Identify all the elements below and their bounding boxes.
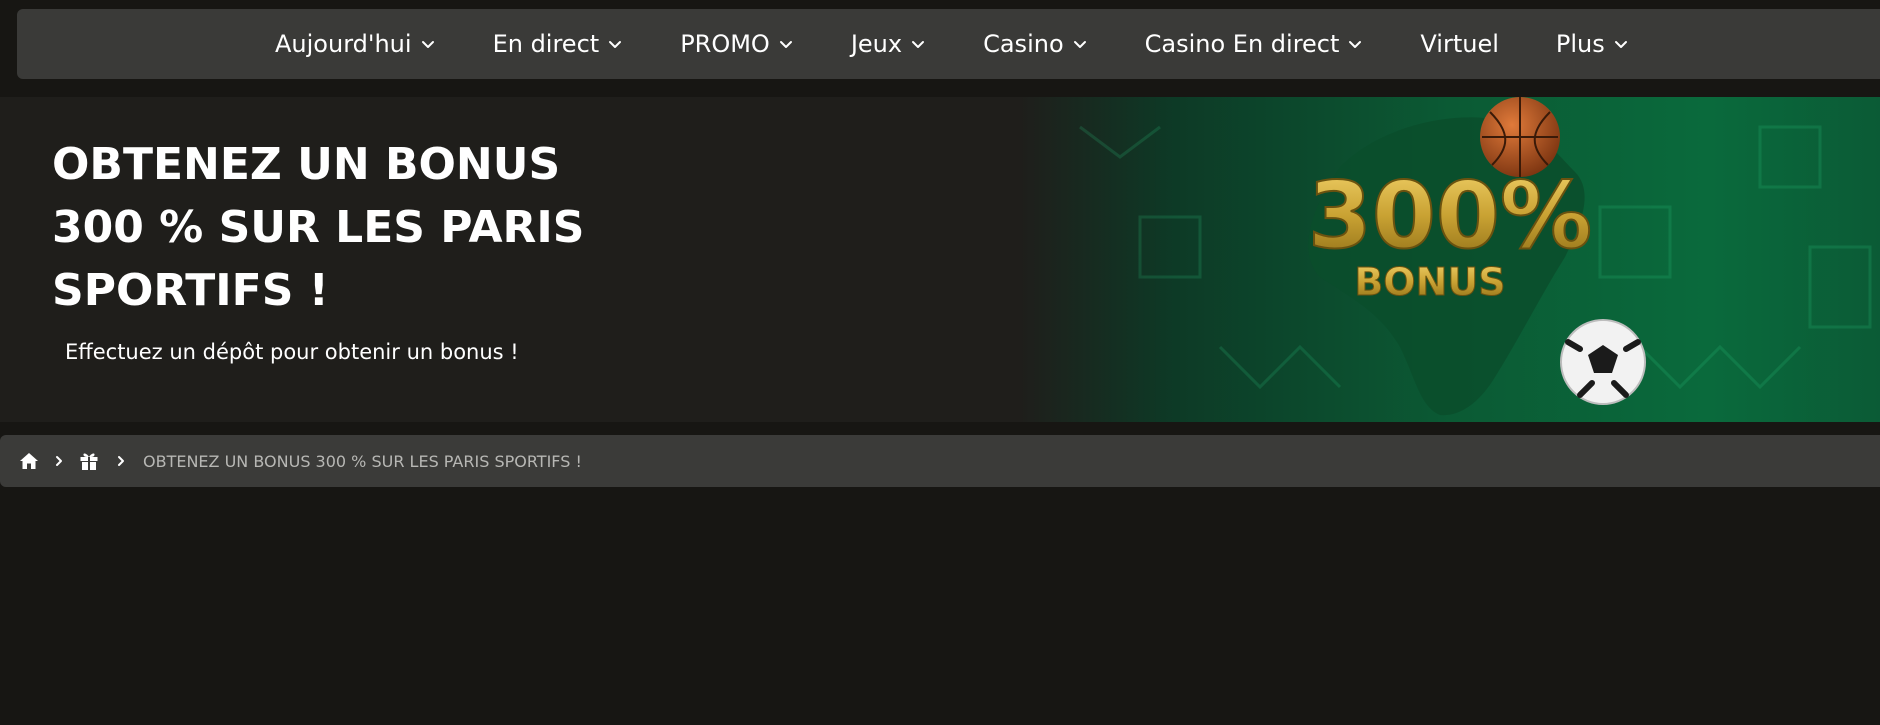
chevron-down-icon [1614,41,1627,48]
banner-subtitle: Effectuez un dépôt pour obtenir un bonus… [65,340,519,364]
promo-banner: 300% BONUS OBTENEZ UN BONUS 300 % SUR LE… [0,97,1880,422]
nav-item-label: Aujourd'hui [275,30,412,58]
nav-item-label: Jeux [850,30,903,58]
chevron-down-icon [1073,41,1086,48]
nav-item-en-direct[interactable]: En direct [493,30,624,58]
chevron-right-icon [115,455,127,467]
nav-item-jeux[interactable]: Jeux [851,30,926,58]
nav-item-casino-en-direct[interactable]: Casino En direct [1145,30,1364,58]
nav-list: Aujourd'hui En direct PROMO Jeux Casino … [275,30,1686,58]
nav-item-casino[interactable]: Casino [983,30,1088,58]
nav-item-label: Plus [1555,30,1605,58]
chevron-down-icon [609,41,622,48]
bonus-percent-text: 300% [1308,162,1592,269]
nav-item-virtuel[interactable]: Virtuel [1420,30,1498,58]
banner-title: OBTENEZ UN BONUS 300 % SUR LES PARIS SPO… [52,139,585,316]
bonus-label-text: BONUS [1354,260,1505,304]
breadcrumb-current: OBTENEZ UN BONUS 300 % SUR LES PARIS SPO… [143,451,582,471]
nav-item-label: Casino [983,30,1064,58]
banner-image: 300% BONUS [1020,97,1880,422]
nav-item-label: Casino En direct [1144,30,1340,58]
nav-item-label: PROMO [680,30,770,58]
nav-item-label: Virtuel [1420,30,1499,58]
home-icon[interactable] [19,451,39,471]
chevron-down-icon [779,41,792,48]
chevron-right-icon [53,455,65,467]
nav-item-plus[interactable]: Plus [1556,30,1629,58]
nav-item-promo[interactable]: PROMO [680,30,794,58]
nav-item-aujourdhui[interactable]: Aujourd'hui [275,30,436,58]
top-navigation: Aujourd'hui En direct PROMO Jeux Casino … [17,9,1880,79]
nav-item-label: En direct [492,30,600,58]
chevron-down-icon [421,41,434,48]
gift-icon[interactable] [79,451,99,471]
breadcrumb: OBTENEZ UN BONUS 300 % SUR LES PARIS SPO… [0,435,1880,487]
chevron-down-icon [1349,41,1362,48]
banner-illustration: 300% BONUS [1079,97,1872,416]
chevron-down-icon [912,41,925,48]
